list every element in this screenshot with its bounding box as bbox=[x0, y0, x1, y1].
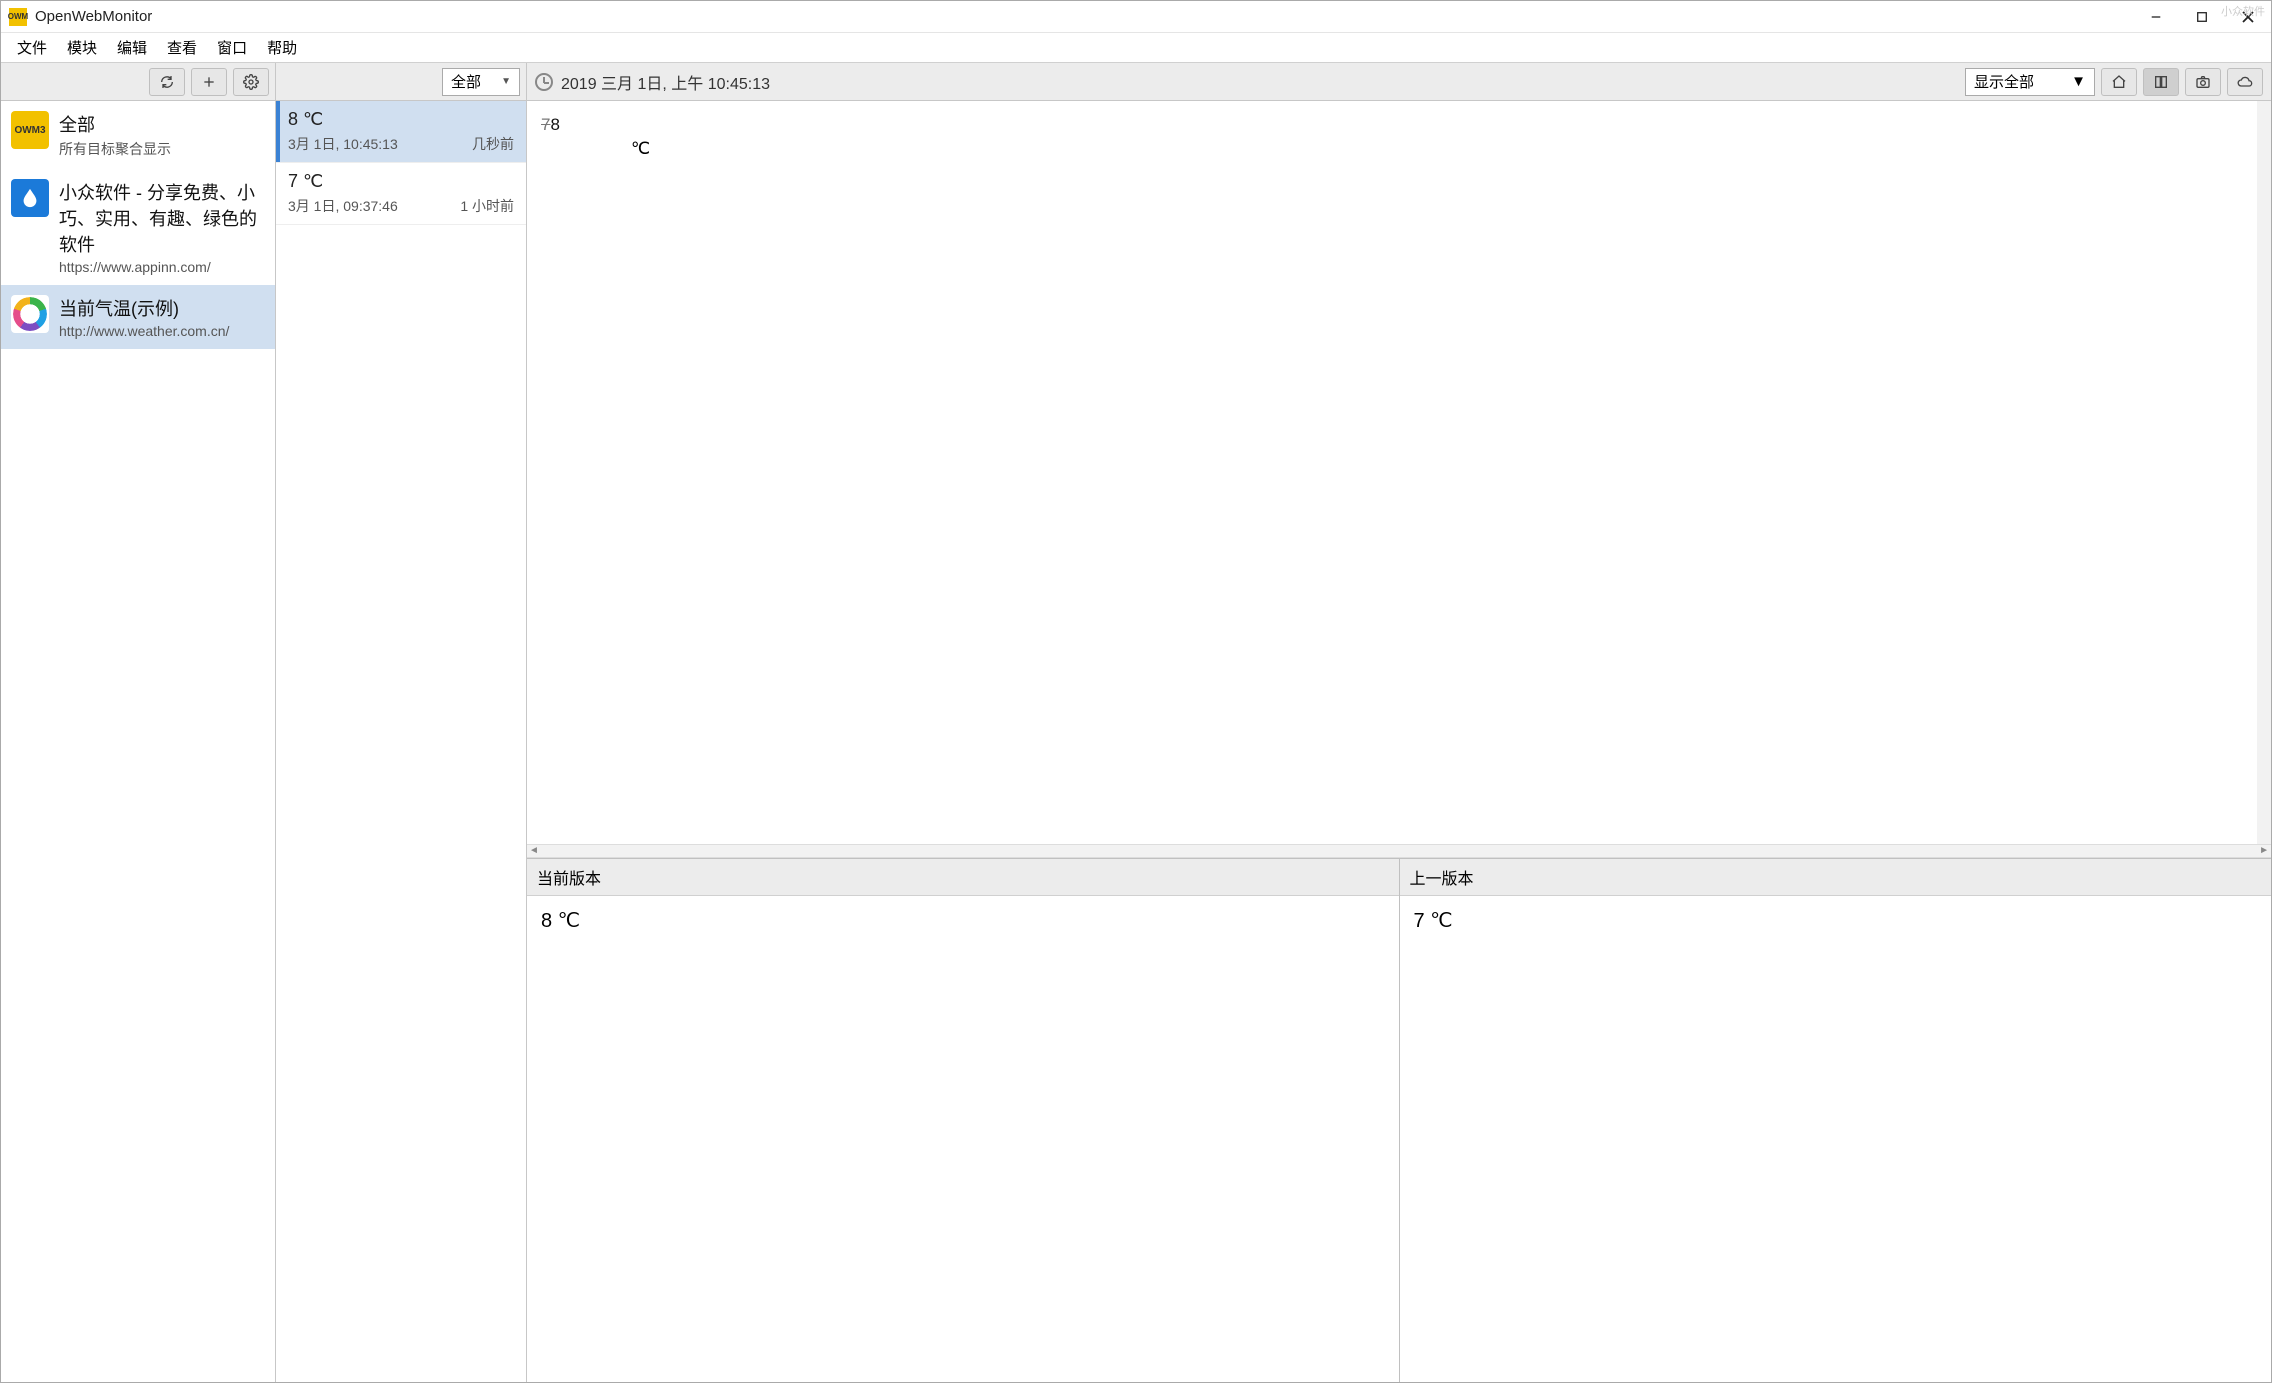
horizontal-scrollbar[interactable]: ◄ ► bbox=[527, 844, 2271, 858]
sidebar-item-title: 全部 bbox=[59, 111, 265, 137]
sidebar-item-weather[interactable]: 当前气温(示例) http://www.weather.com.cn/ bbox=[1, 285, 275, 349]
filter-select[interactable]: 全部 ▼ bbox=[442, 68, 520, 96]
app-title: OpenWebMonitor bbox=[35, 8, 152, 25]
toolbar: 全部 ▼ 2019 三月 1日, 上午 10:45:13 显示全部 ▼ bbox=[1, 63, 2271, 101]
toolbar-middle: 全部 ▼ bbox=[276, 63, 527, 100]
event-title: 7 ℃ bbox=[288, 171, 514, 192]
previous-version-value: 7 ℃ bbox=[1400, 896, 2272, 1382]
menu-file[interactable]: 文件 bbox=[7, 33, 57, 62]
menu-window[interactable]: 窗口 bbox=[207, 33, 257, 62]
add-button[interactable] bbox=[191, 68, 227, 96]
minimize-button[interactable] bbox=[2133, 1, 2179, 32]
window-controls bbox=[2133, 1, 2271, 32]
app-window: OWM OpenWebMonitor 小众软件 文件 模块 编辑 查看 窗口 帮… bbox=[0, 0, 2272, 1383]
toolbar-left bbox=[1, 63, 276, 100]
current-version-pane: 当前版本 8 ℃ bbox=[527, 859, 1399, 1382]
reader-view-button[interactable] bbox=[2143, 68, 2179, 96]
home-button[interactable] bbox=[2101, 68, 2137, 96]
compare-panes: 当前版本 8 ℃ 上一版本 7 ℃ bbox=[527, 858, 2271, 1382]
menu-help[interactable]: 帮助 bbox=[257, 33, 307, 62]
sidebar-item-title: 小众软件 - 分享免费、小巧、实用、有趣、绿色的软件 bbox=[59, 179, 265, 257]
clock-icon bbox=[535, 73, 553, 91]
sidebar-item-subtitle: https://www.appinn.com/ bbox=[59, 259, 265, 275]
current-version-value: 8 ℃ bbox=[527, 896, 1399, 1382]
weather-site-icon bbox=[11, 295, 49, 333]
display-mode-label: 显示全部 bbox=[1974, 71, 2034, 92]
chevron-down-icon: ▼ bbox=[2071, 73, 2086, 90]
display-mode-select[interactable]: 显示全部 ▼ bbox=[1965, 68, 2095, 96]
menubar: 文件 模块 编辑 查看 窗口 帮助 bbox=[1, 33, 2271, 63]
droplet-icon bbox=[11, 179, 49, 217]
event-relative: 1 小时前 bbox=[460, 196, 514, 216]
diff-new-value: 8 bbox=[550, 115, 559, 134]
events-list: 8 ℃ 3月 1日, 10:45:13 几秒前 7 ℃ 3月 1日, 09:37… bbox=[276, 101, 527, 1382]
filter-select-label: 全部 bbox=[451, 71, 481, 92]
toolbar-right: 2019 三月 1日, 上午 10:45:13 显示全部 ▼ bbox=[527, 63, 2271, 100]
previous-version-header: 上一版本 bbox=[1400, 859, 2272, 896]
timestamp-display: 2019 三月 1日, 上午 10:45:13 bbox=[535, 70, 770, 94]
event-relative: 几秒前 bbox=[472, 134, 514, 154]
event-title: 8 ℃ bbox=[288, 109, 514, 130]
diff-view: 78 ℃ bbox=[527, 101, 2271, 844]
sidebar-item-appinn[interactable]: 小众软件 - 分享免费、小巧、实用、有趣、绿色的软件 https://www.a… bbox=[1, 169, 275, 285]
refresh-button[interactable] bbox=[149, 68, 185, 96]
scroll-right-icon[interactable]: ► bbox=[2259, 845, 2269, 856]
event-time: 3月 1日, 10:45:13 bbox=[288, 134, 398, 154]
screenshot-button[interactable] bbox=[2185, 68, 2221, 96]
app-icon: OWM bbox=[9, 8, 27, 26]
sidebar-item-subtitle: 所有目标聚合显示 bbox=[59, 139, 265, 159]
sidebar: OWM3 全部 所有目标聚合显示 小众软件 - 分享免费、小巧、实用、有趣、绿色… bbox=[1, 101, 276, 1382]
cloud-button[interactable] bbox=[2227, 68, 2263, 96]
previous-version-pane: 上一版本 7 ℃ bbox=[1399, 859, 2272, 1382]
timestamp-text: 2019 三月 1日, 上午 10:45:13 bbox=[561, 70, 770, 94]
chevron-down-icon: ▼ bbox=[501, 76, 511, 87]
main-body: OWM3 全部 所有目标聚合显示 小众软件 - 分享免费、小巧、实用、有趣、绿色… bbox=[1, 101, 2271, 1382]
current-version-header: 当前版本 bbox=[527, 859, 1399, 896]
close-button[interactable] bbox=[2225, 1, 2271, 32]
event-time: 3月 1日, 09:37:46 bbox=[288, 196, 398, 216]
sidebar-item-title: 当前气温(示例) bbox=[59, 295, 265, 321]
toolbar-right-tools: 显示全部 ▼ bbox=[1965, 68, 2263, 96]
sidebar-item-subtitle: http://www.weather.com.cn/ bbox=[59, 323, 265, 339]
event-item[interactable]: 8 ℃ 3月 1日, 10:45:13 几秒前 bbox=[276, 101, 526, 163]
menu-edit[interactable]: 编辑 bbox=[107, 33, 157, 62]
diff-unit: ℃ bbox=[631, 139, 2257, 159]
menu-view[interactable]: 查看 bbox=[157, 33, 207, 62]
maximize-button[interactable] bbox=[2179, 1, 2225, 32]
content-pane: 78 ℃ ◄ ► 当前版本 8 ℃ 上一版本 7 ℃ bbox=[527, 101, 2271, 1382]
menu-module[interactable]: 模块 bbox=[57, 33, 107, 62]
scroll-left-icon[interactable]: ◄ bbox=[529, 845, 539, 856]
sidebar-item-all[interactable]: OWM3 全部 所有目标聚合显示 bbox=[1, 101, 275, 169]
vertical-scrollbar[interactable] bbox=[2257, 101, 2271, 844]
all-targets-icon: OWM3 bbox=[11, 111, 49, 149]
event-item[interactable]: 7 ℃ 3月 1日, 09:37:46 1 小时前 bbox=[276, 163, 526, 225]
titlebar: OWM OpenWebMonitor 小众软件 bbox=[1, 1, 2271, 33]
settings-button[interactable] bbox=[233, 68, 269, 96]
